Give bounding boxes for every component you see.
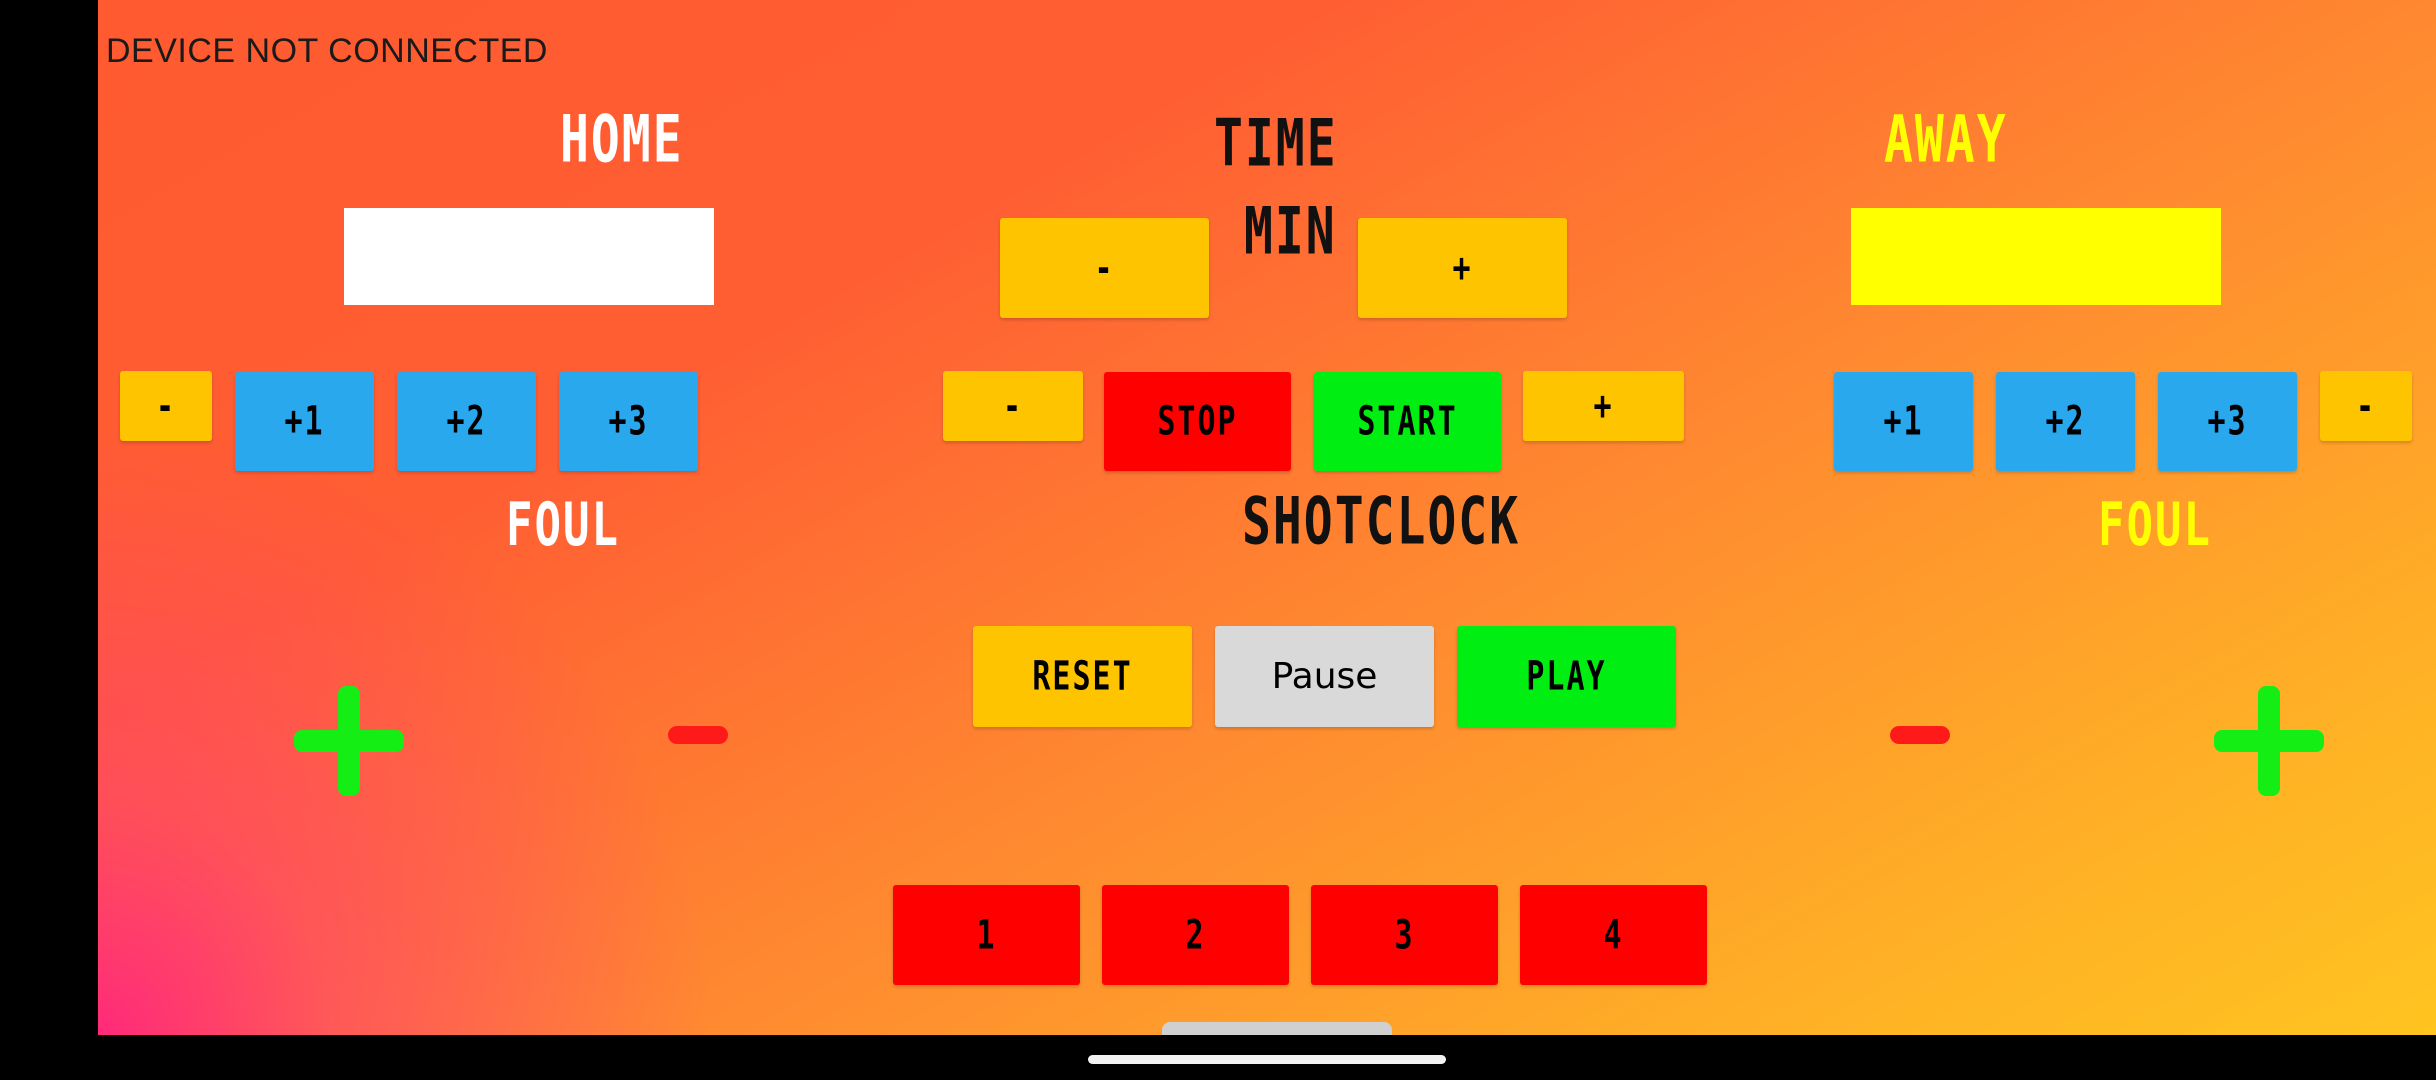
period-2-button[interactable]: 2 (1102, 885, 1289, 985)
period-1-button[interactable]: 1 (893, 885, 1080, 985)
home-label: HOME (560, 102, 684, 178)
shotclock-play-button[interactable]: PLAY (1457, 626, 1676, 727)
away-plus1-button[interactable]: +1 (1834, 372, 1973, 471)
away-label: AWAY (1884, 102, 2008, 178)
timer-minus-button[interactable]: - (943, 371, 1083, 441)
away-foul-add-icon[interactable] (2214, 686, 2324, 796)
away-foul-label: FOUL (2098, 491, 2212, 560)
bottom-sheet-handle[interactable] (1162, 1022, 1392, 1035)
time-plus-button[interactable]: + (1358, 218, 1567, 318)
home-plus3-button[interactable]: +3 (559, 372, 698, 471)
shotclock-label: SHOTCLOCK (1242, 484, 1521, 560)
away-score-field[interactable] (1851, 208, 2221, 305)
connection-status: DEVICE NOT CONNECTED (106, 32, 548, 70)
time-label: TIME (1214, 106, 1338, 182)
away-plus2-button[interactable]: +2 (1996, 372, 2135, 471)
start-button[interactable]: START (1314, 372, 1501, 471)
home-score-field[interactable] (344, 208, 714, 305)
time-unit-label: MIN (1244, 194, 1337, 270)
time-minus-button[interactable]: - (1000, 218, 1209, 318)
home-foul-minus-button[interactable]: - (120, 371, 212, 441)
stop-button[interactable]: STOP (1104, 372, 1291, 471)
period-4-button[interactable]: 4 (1520, 885, 1707, 985)
away-foul-minus-button[interactable]: - (2320, 371, 2412, 441)
shotclock-pause-button[interactable]: Pause (1215, 626, 1434, 727)
away-plus3-button[interactable]: +3 (2158, 372, 2297, 471)
home-plus2-button[interactable]: +2 (397, 372, 536, 471)
period-3-button[interactable]: 3 (1311, 885, 1498, 985)
home-plus1-button[interactable]: +1 (235, 372, 374, 471)
home-foul-label: FOUL (506, 491, 620, 560)
timer-plus-button[interactable]: + (1523, 371, 1684, 441)
home-foul-remove-icon[interactable] (668, 726, 728, 744)
home-indicator-bar[interactable] (1088, 1055, 1446, 1064)
home-foul-add-icon[interactable] (294, 686, 404, 796)
scoreboard-remote-app: DEVICE NOT CONNECTED HOME - +1 +2 +3 FOU… (98, 0, 2436, 1035)
shotclock-reset-button[interactable]: RESET (973, 626, 1192, 727)
away-foul-remove-icon[interactable] (1890, 726, 1950, 744)
